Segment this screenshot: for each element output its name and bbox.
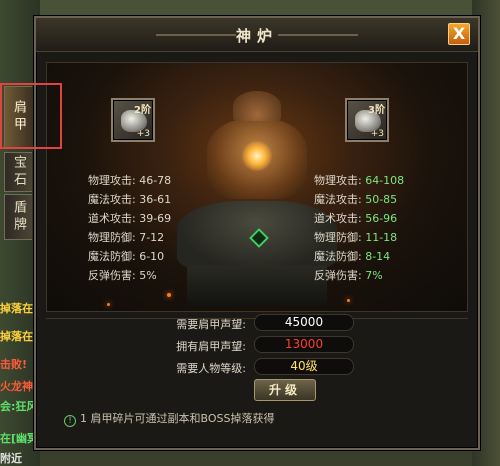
item-tier: 3阶 [368,105,385,116]
stat-value: 39-69 [139,212,172,225]
stat-value: 8-14 [365,250,391,263]
stat-value: 50-85 [365,193,398,206]
hint-text: 1 肩甲碎片可通过副本和BOSS掉落获得 [80,412,275,425]
tab-gem[interactable]: 宝石 [4,152,32,192]
requirement-label: 需要人物等级: [176,362,246,375]
furnace-illustration [177,91,337,311]
stat-row: 物理攻击: 46-78 [88,171,171,190]
requirement-value: 45000 [254,314,354,331]
stat-value: 46-78 [139,174,172,187]
item-enhance: +3 [136,129,150,139]
requirement-row: 需要人物等级: 40级 [136,358,436,377]
stat-label: 物理攻击: [88,174,136,187]
furnace-lid [233,91,281,121]
ember [347,299,350,302]
next-item-slot[interactable]: 3阶 +3 [345,98,389,142]
stat-value: 7% [365,269,383,282]
chat-line: 击败! [0,358,28,371]
stat-label: 反弹伤害: [88,269,136,282]
requirement-label: 拥有肩甲声望: [176,340,246,353]
divine-furnace-window: 神炉 X 2阶 +3 3阶 +3 物理攻击: 46-78 魔法攻击: 36-61… [34,16,480,450]
stat-row: 反弹伤害: 5% [88,266,171,285]
stat-label: 物理防御: [88,231,136,244]
requirement-value: 40级 [254,358,354,375]
furnace-legs [187,266,327,306]
upgraded-stats: 物理攻击: 64-108 魔法攻击: 50-85 道术攻击: 56-96 物理防… [314,171,404,285]
stat-label: 道术攻击: [314,212,362,225]
close-button[interactable]: X [448,23,470,45]
stat-label: 反弹伤害: [314,269,362,282]
stat-label: 魔法防御: [88,250,136,263]
stat-row: 反弹伤害: 7% [314,266,404,285]
stat-row: 魔法防御: 6-10 [88,247,171,266]
stat-value: 11-18 [365,231,398,244]
stat-row: 物理攻击: 64-108 [314,171,404,190]
stat-row: 魔法攻击: 36-61 [88,190,171,209]
hint-text-row: ! 1 肩甲碎片可通过副本和BOSS掉落获得 [64,410,274,427]
info-icon: ! [64,415,76,427]
requirement-value: 13000 [254,336,354,353]
stat-row: 魔法防御: 8-14 [314,247,404,266]
stat-row: 道术攻击: 39-69 [88,209,171,228]
stat-value: 5% [139,269,157,282]
chat-line: 掉落在[ [0,302,39,315]
stat-label: 物理攻击: [314,174,362,187]
ember [167,293,171,297]
requirement-row: 拥有肩甲声望: 13000 [136,336,436,355]
stat-row: 道术攻击: 56-96 [314,209,404,228]
chat-line: 附近 [0,452,22,465]
current-stats: 物理攻击: 46-78 魔法攻击: 36-61 道术攻击: 39-69 物理防御… [88,171,171,285]
furnace-glow [242,141,272,171]
stat-row: 魔法攻击: 50-85 [314,190,404,209]
chat-line: 火龙神[ [0,380,39,393]
stat-label: 魔法防御: [314,250,362,263]
upgrade-button[interactable]: 升级 [254,379,316,401]
stat-value: 64-108 [365,174,405,187]
current-item-slot[interactable]: 2阶 +3 [111,98,155,142]
requirement-label: 需要肩甲声望: [176,318,246,331]
window-titlebar[interactable]: 神炉 X [36,18,478,52]
requirement-row: 需要肩甲声望: 45000 [136,314,436,333]
chat-line: 掉落在[ [0,330,39,343]
selected-tab-highlight [0,83,62,149]
stat-value: 56-96 [365,212,398,225]
stat-value: 6-10 [139,250,165,263]
ember [107,303,110,306]
stat-row: 物理防御: 7-12 [88,228,171,247]
window-title: 神炉 [235,27,278,45]
item-tier: 2阶 [134,105,151,116]
stat-label: 道术攻击: [88,212,136,225]
stat-label: 魔法攻击: [88,193,136,206]
chat-line: 在[幽冥 [0,432,39,445]
stat-value: 36-61 [139,193,172,206]
item-enhance: +3 [370,129,384,139]
stat-label: 魔法攻击: [314,193,362,206]
stat-value: 7-12 [139,231,165,244]
tab-shield[interactable]: 盾牌 [4,194,32,240]
stat-label: 物理防御: [314,231,362,244]
stat-row: 物理防御: 11-18 [314,228,404,247]
